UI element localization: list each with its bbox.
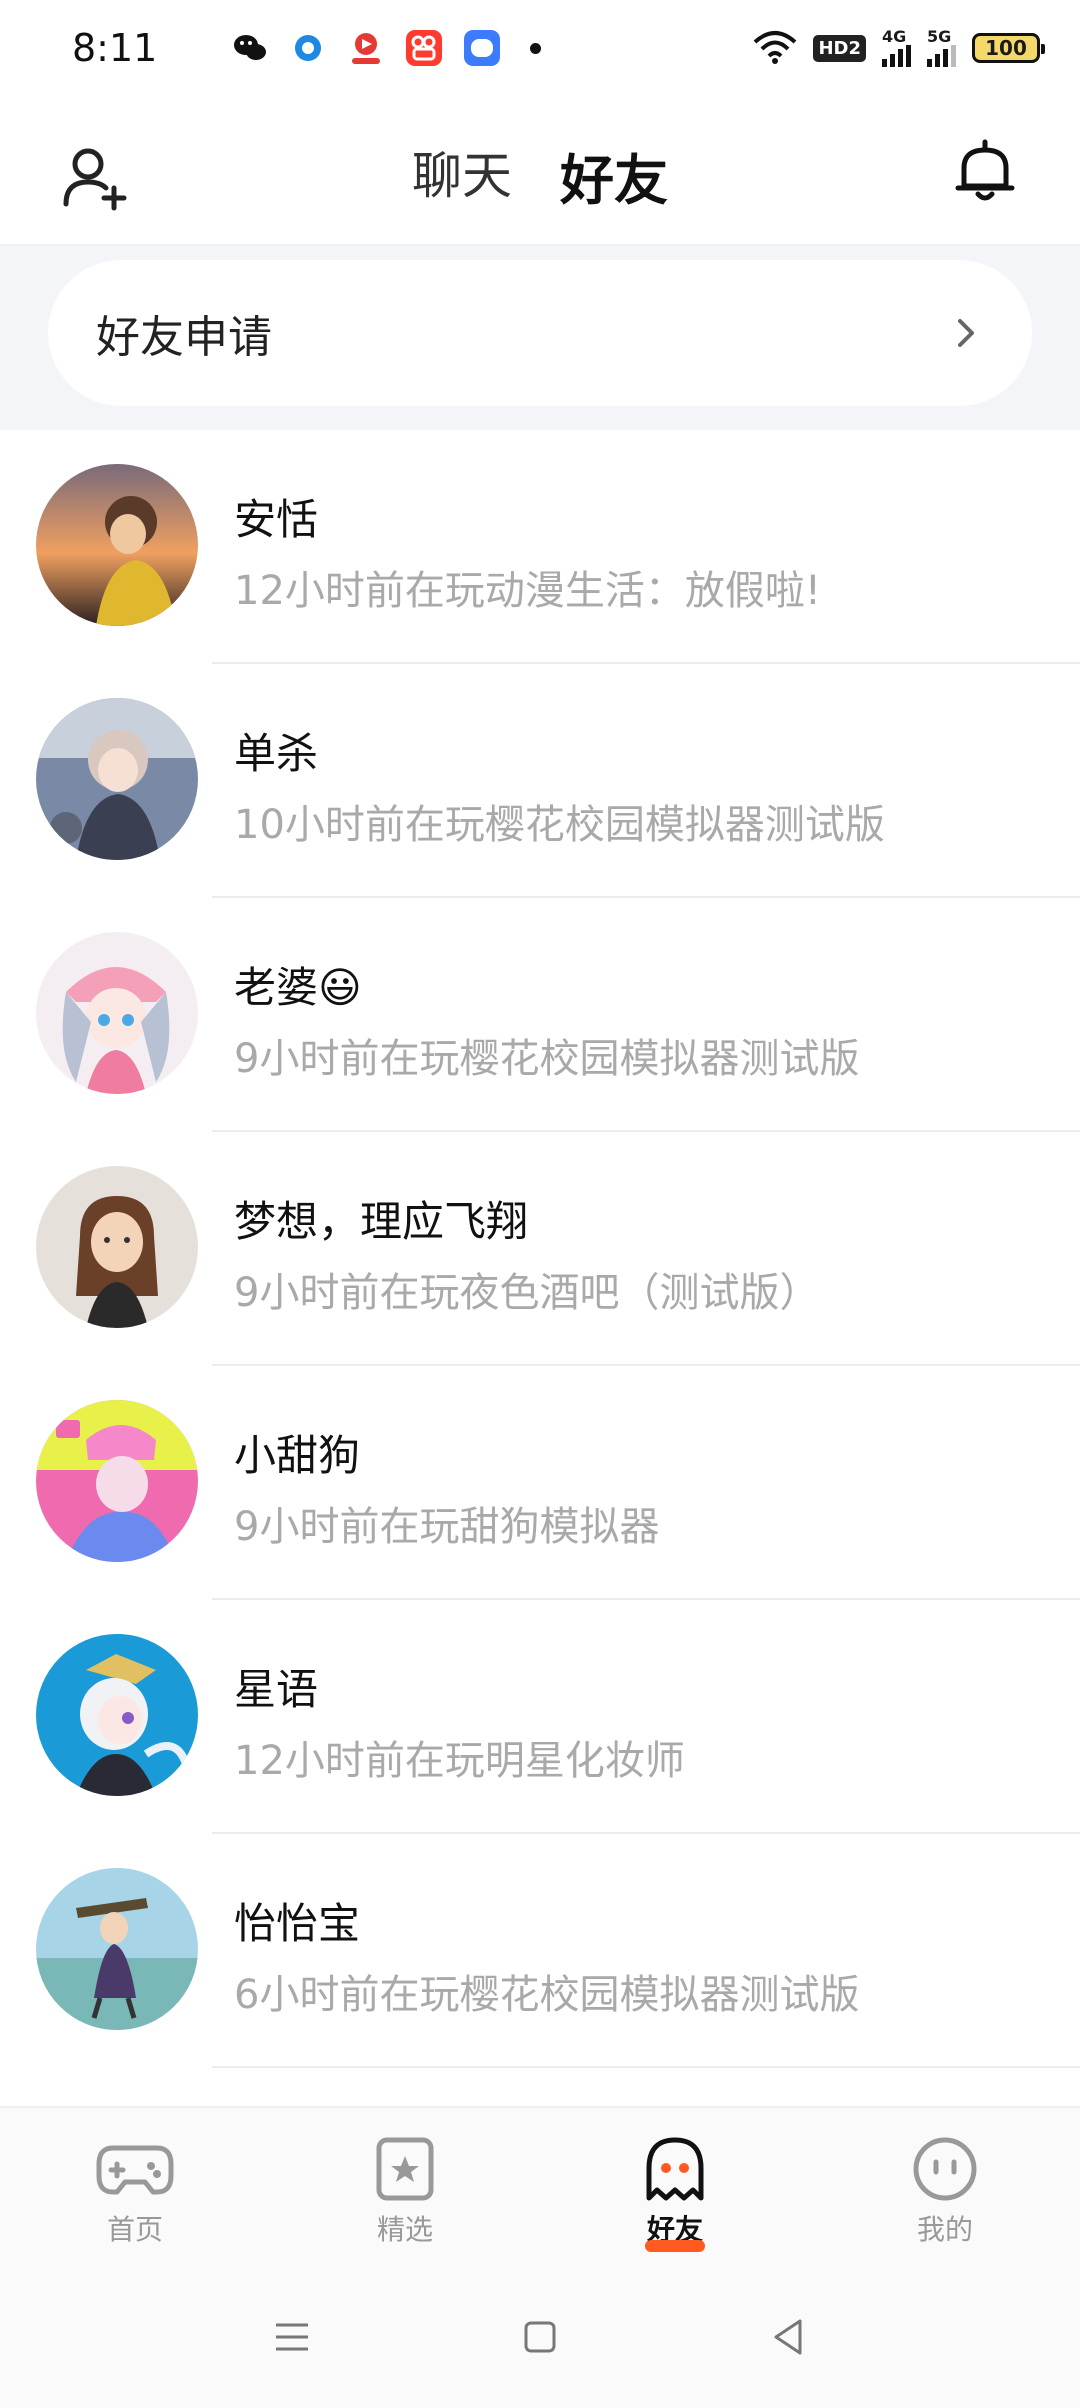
divider xyxy=(212,2066,1080,2068)
friend-status: 12小时前在玩明星化妆师 xyxy=(234,1738,685,1784)
friend-name: 单杀 xyxy=(234,729,319,778)
signal-4g-label: 4G xyxy=(882,27,907,46)
list-item[interactable]: 单杀 10小时前在玩樱花校园模拟器测试版 xyxy=(0,664,1080,898)
header-tabs: 聊天 好友 xyxy=(0,136,1080,285)
wechat-icon xyxy=(232,30,268,66)
list-item[interactable]: 梦想，理应飞翔 9小时前在玩夜色酒吧（测试版） xyxy=(0,1132,1080,1366)
avatar xyxy=(36,698,198,860)
status-time: 8:11 xyxy=(72,26,158,70)
friend-name: 梦想，理应飞翔 xyxy=(234,1197,529,1246)
kuaishou-icon xyxy=(406,30,442,66)
blue-circle-icon xyxy=(290,30,326,66)
nav-label: 我的 xyxy=(916,2213,973,2246)
active-nav-indicator xyxy=(645,2240,705,2252)
friend-request-label: 好友申请 xyxy=(96,312,272,363)
tab-friends[interactable]: 好友 xyxy=(560,136,668,285)
friend-name: 安恬 xyxy=(234,495,319,544)
friend-status: 9小时前在玩樱花校园模拟器测试版 xyxy=(234,1036,860,1082)
home-square-icon[interactable] xyxy=(516,2313,564,2361)
friend-name: 小甜狗 xyxy=(234,1431,361,1480)
friend-request-button[interactable]: 好友申请 xyxy=(48,260,1032,406)
friend-name: 老婆😃 xyxy=(234,963,362,1012)
list-item[interactable]: 老婆😃 9小时前在玩樱花校园模拟器测试版 xyxy=(0,898,1080,1132)
friend-request-section: 好友申请 xyxy=(0,246,1080,430)
notification-icons xyxy=(232,30,541,66)
list-item[interactable]: 安恬 12小时前在玩动漫生活：放假啦! xyxy=(0,430,1080,664)
nav-home[interactable]: 首页 xyxy=(0,2108,270,2266)
face-icon xyxy=(913,2137,977,2201)
chevron-right-icon xyxy=(958,319,974,347)
nav-me[interactable]: 我的 xyxy=(810,2108,1080,2266)
list-item[interactable]: 怡怡宝 6小时前在玩樱花校园模拟器测试版 xyxy=(0,1834,1080,2068)
wifi-icon xyxy=(754,31,797,64)
signal-5g-label: 5G xyxy=(927,27,952,46)
avatar xyxy=(36,1868,198,2030)
red-app-icon xyxy=(348,30,384,66)
avatar xyxy=(36,1166,198,1328)
back-triangle-icon[interactable] xyxy=(764,2313,812,2361)
signal-5g: 5G xyxy=(927,29,956,67)
chat-app-icon xyxy=(464,30,500,66)
menu-icon[interactable] xyxy=(268,2313,316,2361)
friend-list: 安恬 12小时前在玩动漫生活：放假啦! 单杀 10小时前在玩樱花校园模拟器测试版… xyxy=(0,430,1080,2068)
avatar xyxy=(36,1634,198,1796)
signal-4g: 4G xyxy=(882,29,911,67)
top-header: 聊天 好友 xyxy=(0,96,1080,285)
list-item[interactable]: 星语 12小时前在玩明星化妆师 xyxy=(0,1600,1080,1834)
friend-status: 10小时前在玩樱花校园模拟器测试版 xyxy=(234,802,885,848)
friend-status: 6小时前在玩樱花校园模拟器测试版 xyxy=(234,1972,860,2018)
nav-label: 精选 xyxy=(376,2213,433,2246)
hd-voice-badge: HD2 xyxy=(813,34,866,62)
friend-name: 怡怡宝 xyxy=(234,1899,361,1948)
system-nav-bar xyxy=(0,2266,1080,2408)
bottom-nav: 首页 精选 好友 我的 xyxy=(0,2106,1080,2266)
friend-status: 12小时前在玩动漫生活：放假啦! xyxy=(234,568,821,614)
nav-label: 首页 xyxy=(106,2213,163,2246)
ghost-icon xyxy=(646,2137,704,2201)
friend-name: 星语 xyxy=(234,1665,319,1714)
nav-friends[interactable]: 好友 xyxy=(540,2108,810,2266)
avatar xyxy=(36,932,198,1094)
nav-featured[interactable]: 精选 xyxy=(270,2108,540,2266)
avatar xyxy=(36,464,198,626)
gamepad-icon xyxy=(96,2145,174,2195)
status-indicators: HD2 4G 5G 100 xyxy=(753,29,1045,67)
list-item[interactable]: 小甜狗 9小时前在玩甜狗模拟器 xyxy=(0,1366,1080,1600)
star-bookmark-icon xyxy=(376,2137,434,2201)
tab-friends-label: 好友 xyxy=(560,149,668,212)
avatar xyxy=(36,1400,198,1562)
tab-chat[interactable]: 聊天 xyxy=(412,136,512,215)
more-notifications-dot xyxy=(530,42,541,54)
bell-icon[interactable] xyxy=(950,136,1020,206)
friend-status: 9小时前在玩夜色酒吧（测试版） xyxy=(234,1270,820,1316)
friend-status: 9小时前在玩甜狗模拟器 xyxy=(234,1504,660,1550)
status-bar: 8:11 HD2 4G 5G 100 xyxy=(0,0,1080,96)
battery-indicator: 100 xyxy=(972,33,1045,63)
